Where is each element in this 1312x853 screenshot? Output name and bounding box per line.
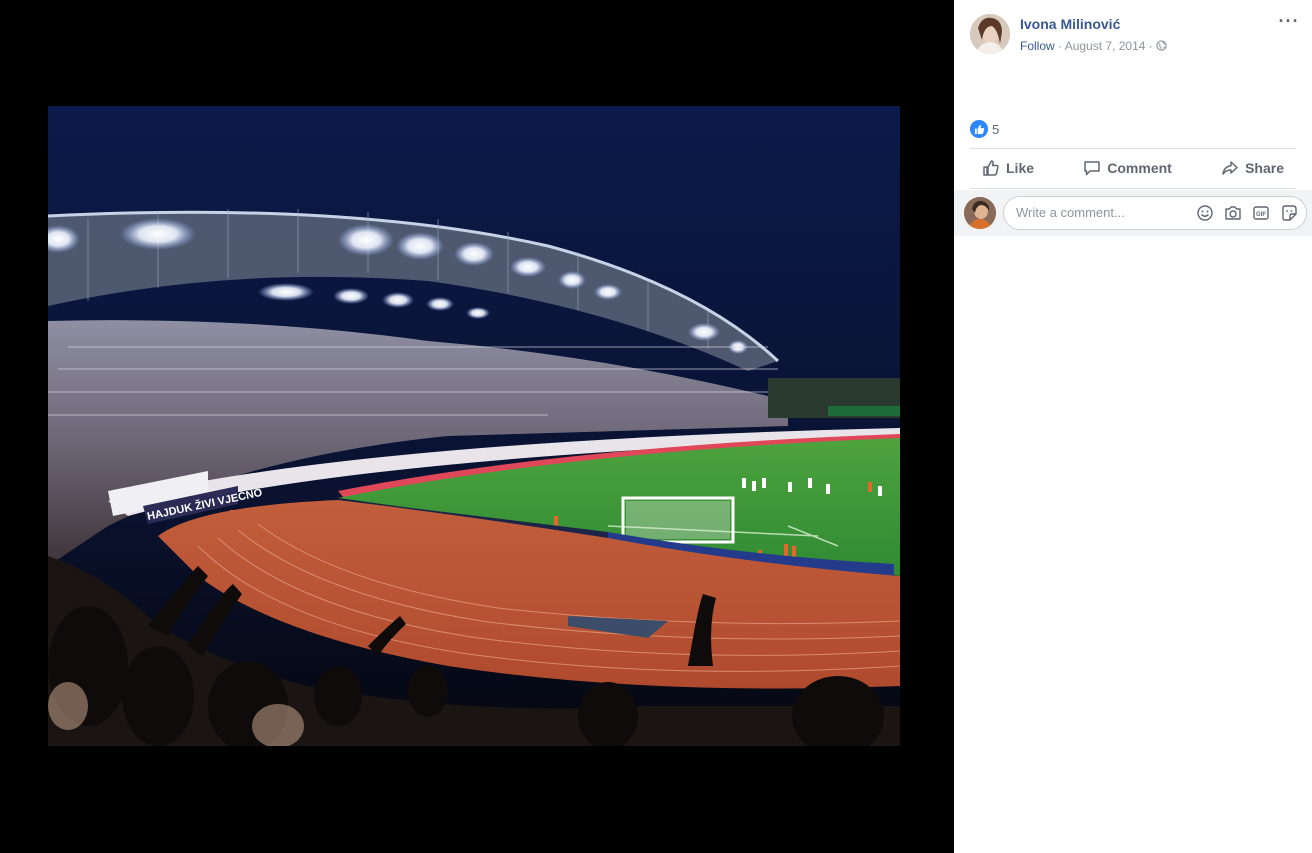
globe-icon[interactable] bbox=[1156, 40, 1167, 51]
gif-icon[interactable]: GIF bbox=[1252, 204, 1270, 222]
author-name[interactable]: Ivona Milinović bbox=[1020, 16, 1120, 32]
post-meta: Follow · August 7, 2014 · bbox=[1020, 39, 1167, 53]
viewer-avatar-image bbox=[964, 197, 996, 229]
like-button[interactable]: Like bbox=[970, 150, 1046, 186]
comment-input-wrapper[interactable]: GIF bbox=[1003, 196, 1307, 230]
share-label: Share bbox=[1245, 160, 1284, 176]
post-sidebar: Ivona Milinović Follow · August 7, 2014 … bbox=[954, 0, 1312, 853]
sticker-icon[interactable] bbox=[1280, 204, 1298, 222]
comment-button[interactable]: Comment bbox=[1071, 150, 1184, 186]
thumbs-up-icon bbox=[983, 160, 999, 176]
svg-text:GIF: GIF bbox=[1256, 212, 1266, 218]
emoji-icon[interactable] bbox=[1196, 204, 1214, 222]
post-actions: Like Comment Share bbox=[970, 150, 1296, 186]
viewer-avatar[interactable] bbox=[964, 197, 996, 229]
divider-top bbox=[970, 148, 1296, 149]
comment-icon bbox=[1084, 161, 1101, 176]
reaction-count: 5 bbox=[992, 121, 1000, 137]
meta-separator-2: · bbox=[1148, 39, 1153, 53]
follow-link[interactable]: Follow bbox=[1020, 39, 1055, 53]
photo-viewer-stage: HAJDUK ŽIVI VJEČNO bbox=[0, 0, 954, 853]
comment-input[interactable] bbox=[1016, 205, 1186, 220]
share-button[interactable]: Share bbox=[1209, 150, 1296, 186]
stadium-photo-illustration: HAJDUK ŽIVI VJEČNO bbox=[48, 106, 900, 746]
author-avatar-image bbox=[970, 14, 1010, 54]
more-options-icon[interactable]: ··· bbox=[1278, 12, 1300, 34]
camera-icon[interactable] bbox=[1224, 204, 1242, 222]
like-reaction-icon bbox=[970, 120, 988, 138]
post-photo[interactable]: HAJDUK ŽIVI VJEČNO bbox=[48, 106, 900, 746]
post-header: Ivona Milinović Follow · August 7, 2014 … bbox=[970, 12, 1300, 58]
comment-input-icons: GIF bbox=[1196, 204, 1298, 222]
like-label: Like bbox=[1006, 160, 1035, 176]
reaction-summary[interactable]: 5 bbox=[970, 120, 999, 138]
divider-bottom bbox=[970, 188, 1296, 189]
author-avatar[interactable] bbox=[970, 14, 1010, 54]
share-icon bbox=[1222, 161, 1238, 175]
comment-label: Comment bbox=[1107, 160, 1172, 176]
comment-composer: GIF bbox=[954, 190, 1312, 236]
post-date[interactable]: August 7, 2014 bbox=[1065, 39, 1146, 53]
meta-separator: · bbox=[1058, 39, 1063, 53]
